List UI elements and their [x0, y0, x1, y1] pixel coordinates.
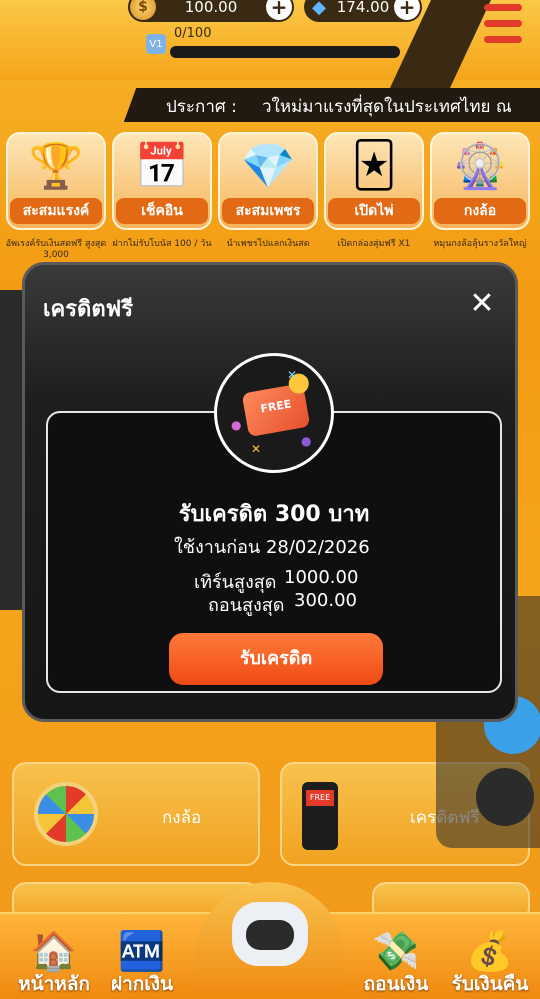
claim-credit-button[interactable]: รับเครดิต — [169, 633, 383, 685]
withdraw-label: ถอนสูงสุด — [208, 595, 285, 616]
sparkle-icon: ✕ — [251, 442, 262, 456]
turnover-value: 1000.00 — [284, 567, 359, 588]
free-credit-modal: เครดิตฟรี ✕ รับเครดิต 300 บาท ใช้งานก่อน… — [22, 262, 518, 722]
close-button[interactable]: ✕ — [465, 287, 499, 321]
withdraw-value: 300.00 — [294, 590, 357, 611]
sparkle-icon: ● — [301, 434, 312, 448]
sparkle-icon: ● — [231, 418, 242, 432]
ticket-text: FREE — [259, 397, 293, 416]
modal-title: เครดิตฟรี — [43, 297, 134, 322]
ticket-icon: FREE — [241, 372, 311, 438]
credit-amount-title: รับเครดิต 300 บาท — [178, 502, 370, 527]
sparkle-icon: ✕ — [287, 368, 298, 382]
expiry-text: ใช้งานก่อน 28/02/2026 — [174, 537, 370, 558]
free-credit-badge: FREE ● ✕ ✕ ● — [214, 353, 334, 473]
